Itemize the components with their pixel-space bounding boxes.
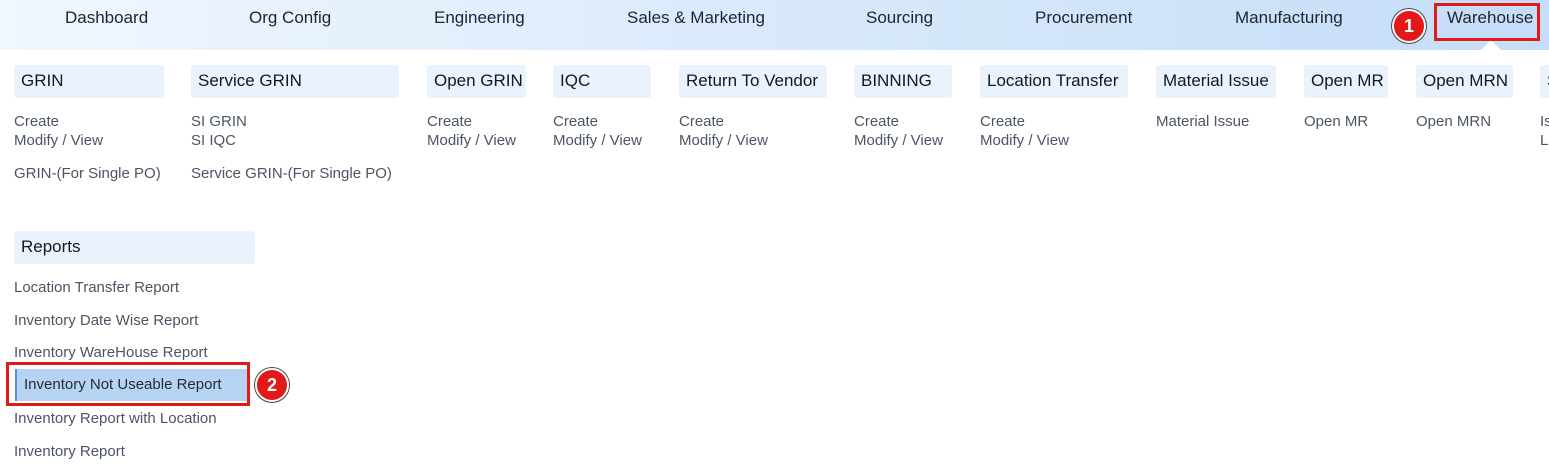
menu-header-return-to-vendor: Return To Vendor [679, 65, 827, 98]
menu-link-si-iqc[interactable]: SI IQC [191, 131, 399, 164]
menu-link-inventory-report-with-location[interactable]: Inventory Report with Location [14, 410, 217, 427]
nav-dashboard[interactable]: Dashboard [65, 8, 148, 30]
menu-column-material-issue: Material Issue Material Issue [1156, 65, 1276, 131]
menu-link-cut-off-2[interactable]: L [1540, 131, 1549, 164]
nav-sales-marketing[interactable]: Sales & Marketing [627, 8, 765, 30]
menu-header-material-issue: Material Issue [1156, 65, 1276, 98]
menu-link-open-mrn[interactable]: Open MRN [1416, 98, 1513, 131]
menu-column-open-mrn: Open MRN Open MRN [1416, 65, 1513, 131]
menu-header-service-grin: Service GRIN [191, 65, 399, 98]
report-highlight-box [6, 362, 250, 406]
menu-column-return-to-vendor: Return To Vendor Create Modify / View [679, 65, 827, 164]
menu-column-open-grin: Open GRIN Create Modify / View [427, 65, 526, 164]
menu-link-rtv-create[interactable]: Create [679, 98, 827, 131]
step-badge-1: 1 [1392, 9, 1426, 43]
menu-section-reports: Reports Location Transfer Report Invento… [14, 231, 255, 460]
menu-link-inventory-report[interactable]: Inventory Report [14, 443, 125, 460]
menu-link-si-grin[interactable]: SI GRIN [191, 98, 399, 131]
menu-link-grin-modify-view[interactable]: Modify / View [14, 131, 164, 164]
menu-header-open-mrn: Open MRN [1416, 65, 1513, 98]
menu-link-open-grin-create[interactable]: Create [427, 98, 526, 131]
menu-link-grin-single-po[interactable]: GRIN-(For Single PO) [14, 164, 164, 197]
menu-link-rtv-modify-view[interactable]: Modify / View [679, 131, 827, 164]
menu-header-location-transfer: Location Transfer [980, 65, 1128, 98]
menu-link-open-mr[interactable]: Open MR [1304, 98, 1388, 131]
nav-procurement[interactable]: Procurement [1035, 8, 1132, 30]
menu-link-cut-off-1[interactable]: Is [1540, 98, 1549, 131]
menu-link-grin-create[interactable]: Create [14, 98, 164, 131]
menu-link-service-grin-single-po[interactable]: Service GRIN-(For Single PO) [191, 164, 399, 197]
menu-link-location-transfer-report[interactable]: Location Transfer Report [14, 279, 179, 296]
step-badge-2: 2 [255, 368, 289, 402]
menu-column-binning: BINNING Create Modify / View [854, 65, 952, 164]
menu-link-material-issue[interactable]: Material Issue [1156, 98, 1276, 131]
menu-link-iqc-modify-view[interactable]: Modify / View [553, 131, 651, 164]
top-navigation-bar: Dashboard Org Config Engineering Sales &… [0, 0, 1549, 50]
menu-link-binning-create[interactable]: Create [854, 98, 952, 131]
nav-sourcing[interactable]: Sourcing [866, 8, 933, 30]
nav-org-config[interactable]: Org Config [249, 8, 331, 30]
menu-link-open-grin-modify-view[interactable]: Modify / View [427, 131, 526, 164]
menu-header-binning: BINNING [854, 65, 952, 98]
nav-manufacturing[interactable]: Manufacturing [1235, 8, 1343, 30]
menu-column-open-mr: Open MR Open MR [1304, 65, 1388, 131]
menu-link-inventory-warehouse-report[interactable]: Inventory WareHouse Report [14, 344, 208, 361]
menu-header-open-mr: Open MR [1304, 65, 1388, 98]
menu-link-inventory-date-wise-report[interactable]: Inventory Date Wise Report [14, 312, 198, 329]
menu-link-location-transfer-modify-view[interactable]: Modify / View [980, 131, 1128, 164]
warehouse-highlight-box [1434, 3, 1540, 41]
active-nav-caret [1481, 40, 1501, 50]
menu-link-iqc-create[interactable]: Create [553, 98, 651, 131]
menu-column-location-transfer: Location Transfer Create Modify / View [980, 65, 1128, 164]
menu-header-iqc: IQC [553, 65, 651, 98]
menu-header-grin: GRIN [14, 65, 164, 98]
menu-link-binning-modify-view[interactable]: Modify / View [854, 131, 952, 164]
menu-column-iqc: IQC Create Modify / View [553, 65, 651, 164]
menu-header-cut-off: S [1540, 65, 1549, 98]
nav-engineering[interactable]: Engineering [434, 8, 525, 30]
menu-header-open-grin: Open GRIN [427, 65, 526, 98]
menu-header-reports: Reports [14, 231, 255, 264]
menu-column-service-grin: Service GRIN SI GRIN SI IQC Service GRIN… [191, 65, 399, 197]
menu-column-grin: GRIN Create Modify / View GRIN-(For Sing… [14, 65, 164, 197]
menu-column-cut-off: S Is L [1540, 65, 1549, 164]
menu-link-location-transfer-create[interactable]: Create [980, 98, 1128, 131]
